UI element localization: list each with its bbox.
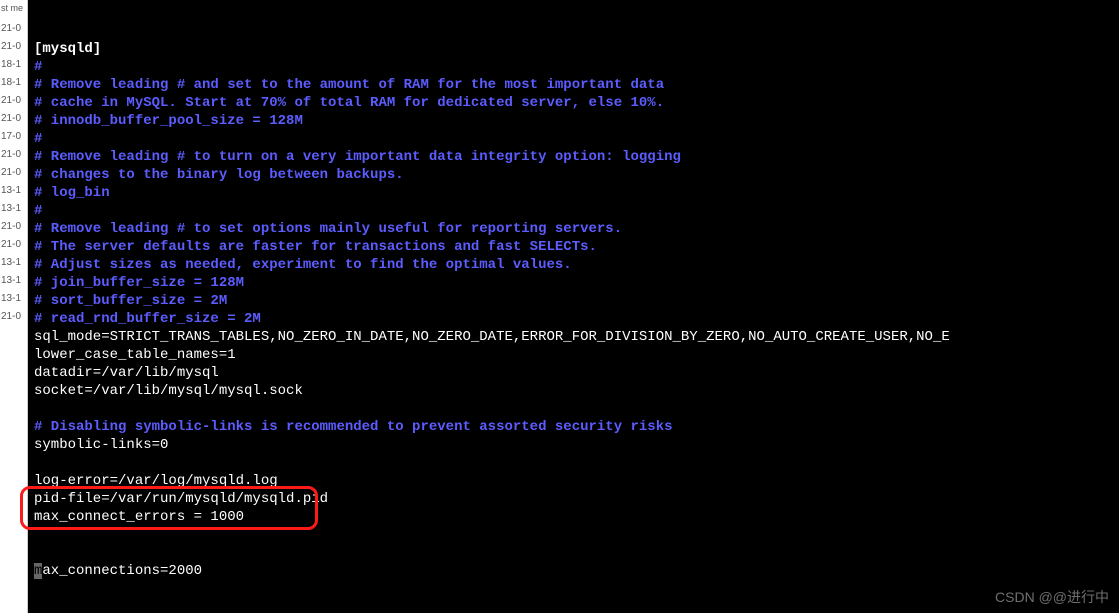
terminal-line: # join_buffer_size = 128M — [34, 274, 1113, 292]
watermark: CSDN @@进行中 — [995, 587, 1109, 607]
terminal-line: pid-file=/var/run/mysqld/mysqld.pid — [34, 490, 1113, 508]
sidebar-row: 21-0 — [0, 218, 27, 236]
terminal-line: log-error=/var/log/mysqld.log — [34, 472, 1113, 490]
terminal-line: # Disabling symbolic-links is recommende… — [34, 418, 1113, 436]
sidebar-row: 18-1 — [0, 56, 27, 74]
terminal-line: # log_bin — [34, 184, 1113, 202]
sidebar-header: st me — [0, 0, 27, 20]
sidebar-row: 21-0 — [0, 308, 27, 326]
terminal-line: # cache in MySQL. Start at 70% of total … — [34, 94, 1113, 112]
terminal-line: symbolic-links=0 — [34, 436, 1113, 454]
terminal-line: # sort_buffer_size = 2M — [34, 292, 1113, 310]
terminal-cursor-line: max_connections=2000 — [34, 562, 1113, 580]
sidebar-row: 13-1 — [0, 290, 27, 308]
sidebar: st me 21-021-018-118-121-021-017-021-021… — [0, 0, 28, 613]
sidebar-row: 18-1 — [0, 74, 27, 92]
terminal-line: socket=/var/lib/mysql/mysql.sock — [34, 382, 1113, 400]
terminal-lines: [mysqld]## Remove leading # and set to t… — [34, 40, 1113, 526]
terminal-line: # — [34, 202, 1113, 220]
sidebar-rows: 21-021-018-118-121-021-017-021-021-013-1… — [0, 20, 27, 326]
terminal-line: [mysqld] — [34, 40, 1113, 58]
terminal-line: # innodb_buffer_pool_size = 128M — [34, 112, 1113, 130]
terminal-line: # Remove leading # to turn on a very imp… — [34, 148, 1113, 166]
terminal-line: datadir=/var/lib/mysql — [34, 364, 1113, 382]
sidebar-row: 21-0 — [0, 92, 27, 110]
terminal-line: sql_mode=STRICT_TRANS_TABLES,NO_ZERO_IN_… — [34, 328, 1113, 346]
sidebar-row: 13-1 — [0, 182, 27, 200]
terminal-line: # Remove leading # to set options mainly… — [34, 220, 1113, 238]
terminal-line — [34, 400, 1113, 418]
cursor-line-rest: ax_connections=2000 — [42, 563, 202, 579]
terminal-line — [34, 454, 1113, 472]
terminal-line: # read_rnd_buffer_size = 2M — [34, 310, 1113, 328]
sidebar-row: 21-0 — [0, 110, 27, 128]
sidebar-row: 21-0 — [0, 146, 27, 164]
sidebar-row: 21-0 — [0, 236, 27, 254]
terminal-line: # Adjust sizes as needed, experiment to … — [34, 256, 1113, 274]
sidebar-row: 21-0 — [0, 20, 27, 38]
sidebar-row: 21-0 — [0, 38, 27, 56]
terminal-line: # — [34, 130, 1113, 148]
terminal-line: max_connect_errors = 1000 — [34, 508, 1113, 526]
sidebar-row: 13-1 — [0, 254, 27, 272]
app-root: st me 21-021-018-118-121-021-017-021-021… — [0, 0, 1119, 613]
terminal-editor[interactable]: [mysqld]## Remove leading # and set to t… — [28, 0, 1119, 613]
sidebar-row: 21-0 — [0, 164, 27, 182]
terminal-line: # Remove leading # and set to the amount… — [34, 76, 1113, 94]
sidebar-row: 13-1 — [0, 272, 27, 290]
terminal-line: # changes to the binary log between back… — [34, 166, 1113, 184]
terminal-line: lower_case_table_names=1 — [34, 346, 1113, 364]
sidebar-row: 17-0 — [0, 128, 27, 146]
terminal-line: # — [34, 58, 1113, 76]
sidebar-row: 13-1 — [0, 200, 27, 218]
terminal-line: # The server defaults are faster for tra… — [34, 238, 1113, 256]
